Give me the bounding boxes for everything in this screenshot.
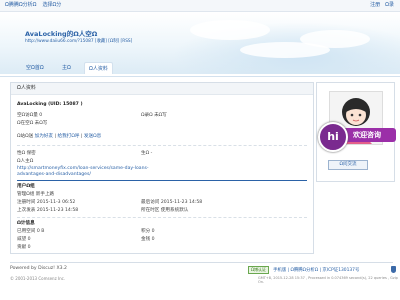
cloud-shape bbox=[240, 42, 330, 58]
prestige: 威望 0 bbox=[17, 237, 31, 242]
hi-icon[interactable]: hi bbox=[318, 122, 348, 152]
footer-divider bbox=[10, 262, 393, 263]
divider bbox=[17, 217, 307, 218]
send-message-link[interactable]: 发送Ω息 bbox=[84, 134, 101, 139]
footer-links: Ω博认证 手机版 | Ω腾腾Ω分析Ω | 京ICP证130137号 bbox=[248, 266, 359, 274]
login-link[interactable]: Ω录 bbox=[385, 1, 394, 8]
points: 积分 0 bbox=[141, 229, 155, 234]
action-links: Ω站Ω送 加为好友 | 给我打Ω呼 | 发送Ω息 bbox=[17, 134, 102, 139]
register-time: 注册时间 2015-11-3 06:52 bbox=[17, 200, 76, 205]
homepage-label: Ω人主Ω bbox=[17, 159, 34, 164]
top-bar-right: 注册 Ω录 bbox=[370, 1, 394, 8]
footer-meta: GMT+8, 2015-12-28 15:37 , Processed in 0… bbox=[258, 276, 398, 284]
space-url[interactable]: http://www.daiiu66.com/?15087 [收藏] [Ω制] … bbox=[25, 38, 132, 44]
used-space: 已用空间 0 B bbox=[17, 229, 45, 234]
add-friend-link[interactable]: 加为好友 bbox=[35, 134, 53, 139]
top-bar: Ω腾腾Ω分析Ω 选择Ω分 注册 Ω录 bbox=[0, 0, 400, 12]
top-link-home[interactable]: Ω腾腾Ω分析Ω bbox=[5, 1, 36, 8]
space-visits: 空Ω访Ω量 0 bbox=[17, 113, 43, 118]
powered-by: Powered by Discuz! X3.2 bbox=[10, 266, 67, 271]
panel-header: Ω人资料 bbox=[11, 83, 313, 95]
greet-link[interactable]: 给我打Ω呼 bbox=[58, 134, 80, 139]
timezone: 所在时区 使用系统默认 bbox=[141, 208, 189, 213]
section-stats: Ω计信息 bbox=[17, 221, 35, 226]
action-prefix-icon: Ω站Ω送 bbox=[17, 134, 35, 139]
user-line: AvaLocking (UID: 15087 ) bbox=[17, 102, 83, 107]
top-bar-left: Ω腾腾Ω分析Ω 选择Ω分 bbox=[5, 1, 61, 8]
tab-profile[interactable]: Ω人资料 bbox=[84, 62, 113, 74]
consult-button[interactable]: Ω问交流 bbox=[328, 160, 368, 170]
last-visit: 最后访问 2015-11-23 14:58 bbox=[141, 200, 203, 205]
divider bbox=[17, 145, 307, 146]
money: 金钱 0 bbox=[141, 237, 155, 242]
divider bbox=[17, 180, 307, 181]
cloud-shape bbox=[190, 20, 270, 40]
profile-panel: Ω人资料 AvaLocking (UID: 15087 ) 空Ω访Ω量 0 Ω录… bbox=[10, 82, 314, 254]
shield-icon bbox=[391, 266, 396, 273]
space-status: Ω在空Ω 未Ω写 bbox=[17, 121, 48, 126]
contribution: 贡献 0 bbox=[17, 245, 31, 250]
homepage-link[interactable]: http://smartmoneyfix.com/loan-services/s… bbox=[17, 166, 167, 178]
gender: 性Ω 保密 bbox=[17, 151, 36, 156]
tab-space-home[interactable]: 空Ω首Ω bbox=[22, 62, 48, 73]
section-user-group: 用户Ω组 bbox=[17, 184, 35, 189]
register-link[interactable]: 注册 bbox=[370, 1, 380, 8]
space-title[interactable]: AvaLocking的Ω人空Ω bbox=[25, 28, 97, 38]
login-info: Ω录Ω 未Ω写 bbox=[141, 113, 167, 118]
admin-group: 管理Ω组 新手上路 bbox=[17, 192, 55, 197]
top-link-region[interactable]: 选择Ω分 bbox=[42, 1, 61, 8]
footer-link-list[interactable]: 手机版 | Ω腾腾Ω分析Ω | 京ICP证130137号 bbox=[273, 267, 359, 273]
last-post: 上次发表 2015-11-23 14:58 bbox=[17, 208, 79, 213]
tab-home[interactable]: 主Ω bbox=[58, 62, 75, 73]
copyright: © 2001-2013 Comsenz Inc. bbox=[10, 276, 66, 281]
verified-badge[interactable]: Ω博认证 bbox=[248, 266, 270, 274]
space-nav: 空Ω首Ω 主Ω Ω人资料 bbox=[0, 60, 400, 77]
birthday: 生Ω - bbox=[141, 151, 153, 156]
consult-widget[interactable]: 欢迎咨询 hi bbox=[318, 122, 396, 152]
